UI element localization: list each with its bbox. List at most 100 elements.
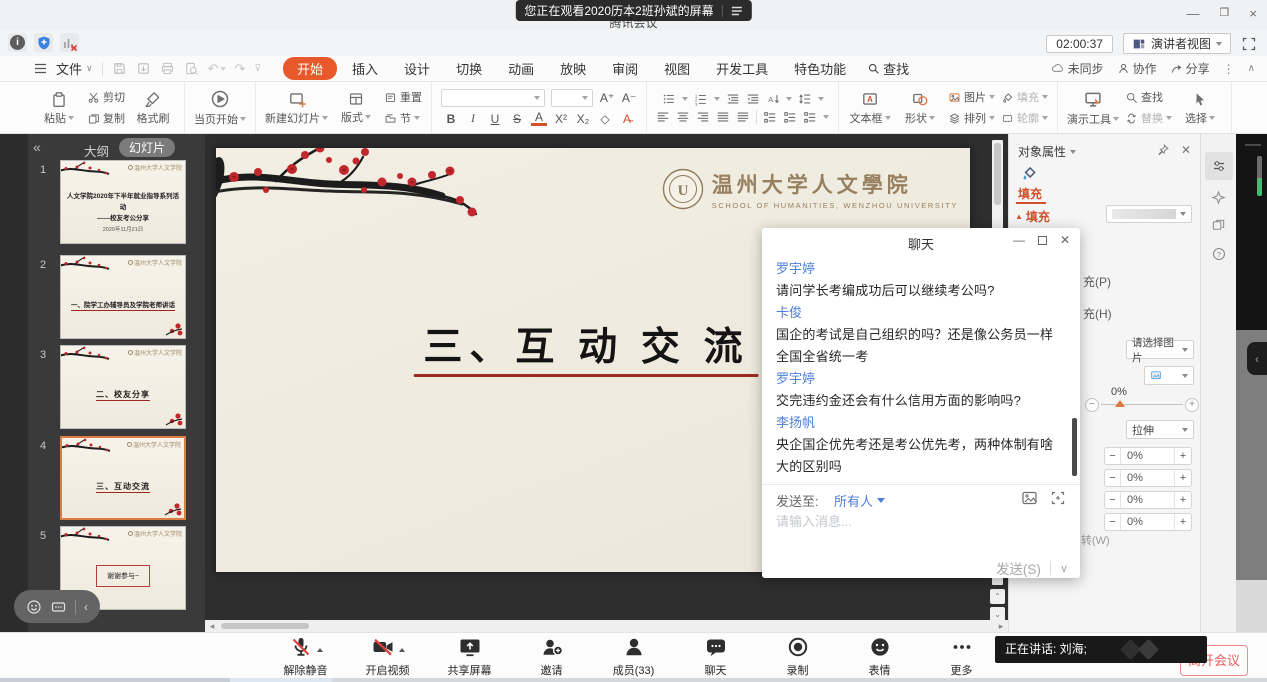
panel-collapse-handle[interactable]: ‹ — [1247, 342, 1267, 375]
slider-plus-button[interactable]: + — [1185, 398, 1199, 412]
scroll-left-icon[interactable]: ◂ — [205, 621, 219, 632]
print-icon[interactable] — [160, 61, 175, 76]
pick-image-select[interactable]: 请选择图片 — [1126, 340, 1194, 359]
slide-thumbnail-3[interactable]: 温州大学人文学院二、校友分享 — [60, 345, 186, 429]
ribbon-版式-button[interactable]: 版式 — [334, 91, 378, 125]
tab-审阅[interactable]: 审阅 — [599, 57, 651, 80]
spinner-plus[interactable]: + — [1175, 514, 1191, 530]
slide-thumbnail-2[interactable]: 温州大学人文学院一、院学工办辅导员及学院老师讲话 — [60, 255, 186, 339]
chat-close-icon[interactable]: ✕ — [1060, 233, 1070, 247]
al-icon[interactable] — [656, 110, 670, 124]
close-panel-icon[interactable]: ✕ — [1181, 143, 1191, 157]
more-vertical-icon[interactable]: ⋮ — [1223, 62, 1235, 76]
meeting-button-chat[interactable]: 聊天 — [690, 637, 742, 678]
ribbon-节-button[interactable]: 节 — [384, 110, 422, 126]
chat-scrollbar[interactable] — [1072, 418, 1077, 476]
tab-outline[interactable]: 大纲 — [84, 141, 109, 160]
ribbon-图片-button[interactable]: 图片 — [948, 89, 995, 105]
meeting-button-share-screen[interactable]: 共享屏幕 — [444, 637, 496, 678]
ribbon-剪切-button[interactable]: 剪切 — [87, 89, 125, 105]
restore-icon[interactable]: ❐ — [1220, 6, 1230, 21]
reaction-quickbar[interactable]: ‹ — [14, 590, 100, 623]
font-family-select[interactable] — [441, 89, 545, 107]
ribbon-替换-button[interactable]: 替换 — [1125, 110, 1172, 126]
ribbon-选择-button[interactable]: 选择 — [1178, 90, 1222, 126]
spinner-plus[interactable]: + — [1175, 448, 1191, 464]
ribbon-排列-button[interactable]: 排列 — [948, 110, 995, 126]
meeting-button-emoji[interactable]: 表情 — [854, 637, 906, 678]
tab-插入[interactable]: 插入 — [339, 57, 391, 80]
ribbon-文本框-button[interactable]: A 文本框 — [848, 90, 892, 126]
ar-icon[interactable] — [696, 110, 710, 124]
help-icon[interactable]: ? — [1211, 246, 1227, 267]
slide-thumbnail-1[interactable]: 温州大学人文学院人文学院2020年下半年就业指导系列活动——校友考公分享2020… — [60, 160, 186, 244]
ribbon-复制-button[interactable]: 复制 — [87, 110, 125, 126]
clear-format-icon[interactable]: ◇ — [597, 112, 613, 126]
fill-section-header[interactable]: ▲填充 — [1015, 208, 1050, 225]
bullet-icon[interactable] — [662, 92, 676, 106]
tab-开发工具[interactable]: 开发工具 — [703, 57, 781, 80]
chat-header[interactable]: 聊天 — ✕ — [762, 228, 1080, 254]
ribbon-格式刷-button[interactable]: 格式刷 — [131, 90, 175, 126]
collaborate-button[interactable]: 协作 — [1117, 60, 1157, 77]
offset-spinner-2[interactable]: −0%+ — [1104, 469, 1192, 487]
tab-特色功能[interactable]: 特色功能 — [781, 57, 859, 80]
spinner-minus[interactable]: − — [1105, 448, 1121, 464]
horizontal-scrollbar[interactable]: ◂ ▸ — [205, 620, 1008, 632]
sidebar-collapse-icon[interactable]: « — [33, 139, 41, 155]
ribbon-形状-button[interactable]: 形状 — [898, 90, 942, 126]
tab-find[interactable]: 查找 — [867, 59, 909, 78]
hamburger-icon[interactable] — [731, 6, 743, 16]
ad-icon[interactable] — [736, 110, 750, 124]
info-icon[interactable]: i — [8, 33, 27, 52]
file-menu[interactable]: 文件∨ — [56, 59, 93, 78]
meeting-button-camera-off[interactable]: 开启视频 — [362, 637, 414, 678]
pin-icon[interactable] — [1157, 143, 1170, 156]
collapse-quickbar-icon[interactable]: ‹ — [84, 600, 88, 614]
textdir-icon[interactable]: A — [766, 92, 780, 106]
tab-设计[interactable]: 设计 — [391, 57, 443, 80]
subscript-button[interactable]: X₂ — [575, 112, 591, 126]
ribbon-查找-button[interactable]: 查找 — [1125, 89, 1172, 105]
chevron-up-icon[interactable] — [399, 648, 405, 652]
chat-maximize-icon[interactable] — [1038, 236, 1047, 245]
slider-marker[interactable] — [1115, 400, 1125, 407]
chat-messages[interactable]: 罗宇婷请问学长考编成功后可以继续考公吗?卡俊国企的考试是自己组织的吗？还是像公务… — [776, 258, 1064, 478]
tab-切换[interactable]: 切换 — [443, 57, 495, 80]
increase-font-icon[interactable]: A⁺ — [599, 91, 615, 105]
macro-disabled-icon[interactable] — [60, 33, 79, 52]
text-effects-icon[interactable]: A̴ — [619, 112, 635, 126]
ribbon-重置-button[interactable]: 重置 — [384, 89, 422, 105]
underline-button[interactable]: U — [487, 112, 503, 126]
italic-button[interactable]: I — [465, 111, 481, 126]
meeting-button-record[interactable]: 录制 — [772, 637, 824, 678]
inddec-icon[interactable] — [726, 92, 740, 106]
font-color-button[interactable]: A — [531, 112, 547, 126]
ribbon-填充-button[interactable]: 填充 — [1001, 89, 1048, 105]
message-icon[interactable] — [50, 599, 67, 615]
share-button[interactable]: 分享 — [1170, 60, 1210, 77]
spinner-plus[interactable]: + — [1175, 470, 1191, 486]
chevron-up-icon[interactable] — [317, 648, 323, 652]
mlist-icon[interactable] — [763, 110, 777, 124]
ribbon-粘贴-button[interactable]: 粘贴 — [37, 90, 81, 126]
mlist-icon[interactable] — [783, 110, 797, 124]
duplicate-slide-icon[interactable] — [1211, 218, 1226, 238]
redo-icon[interactable]: ↷ — [235, 61, 246, 77]
strikethrough-button[interactable]: S — [509, 112, 525, 126]
mlist-icon[interactable] — [803, 110, 817, 124]
scroll-right-icon[interactable]: ▸ — [994, 621, 1008, 632]
slide-thumbnail-4[interactable]: 温州大学人文学院三、互动交流 — [60, 436, 186, 520]
customize-toolbar-icon[interactable]: ⊽ — [254, 63, 261, 74]
image-mode-select[interactable] — [1144, 366, 1194, 385]
spinner-plus[interactable]: + — [1175, 492, 1191, 508]
ribbon-演示工具-button[interactable]: 演示工具 — [1067, 89, 1119, 127]
effects-icon[interactable] — [1211, 190, 1226, 210]
tab-动画[interactable]: 动画 — [495, 57, 547, 80]
aj-icon[interactable] — [716, 110, 730, 124]
hamburger-menu-icon[interactable] — [34, 63, 47, 74]
previous-slide-button[interactable]: ⌃ — [990, 589, 1005, 604]
close-icon[interactable]: × — [1249, 6, 1257, 21]
indinc-icon[interactable] — [746, 92, 760, 106]
offset-spinner-3[interactable]: −0%+ — [1104, 491, 1192, 509]
